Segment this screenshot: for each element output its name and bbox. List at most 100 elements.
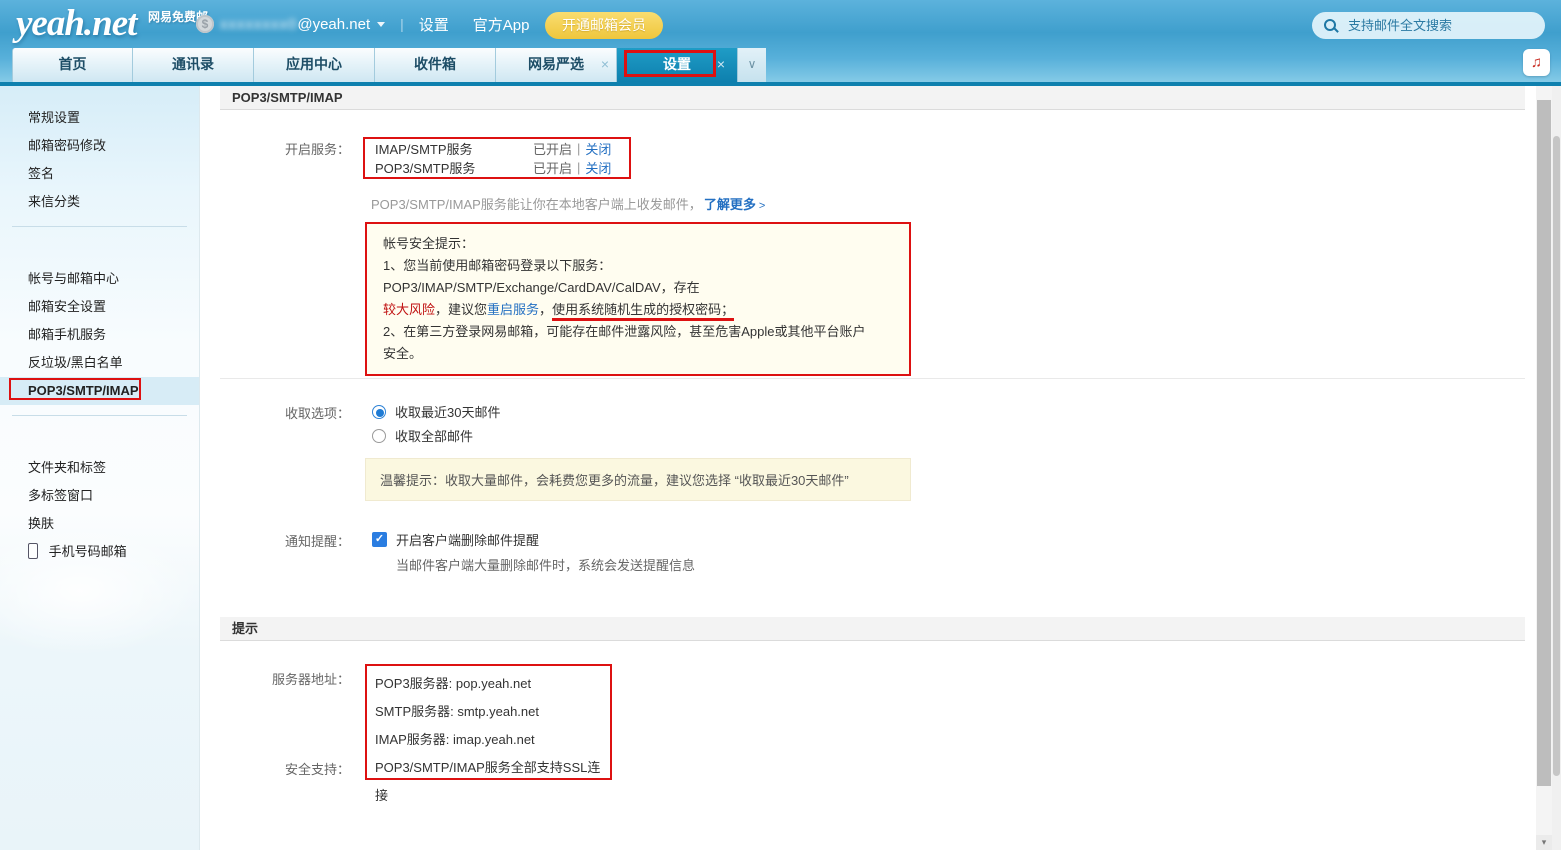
tab-label: 收件箱 xyxy=(414,56,456,72)
imap-server-row: IMAP服务器: imap.yeah.net xyxy=(375,726,610,754)
checkbox-label: 开启客户端删除邮件提醒 xyxy=(396,530,539,549)
receive-option-all[interactable]: 收取全部邮件 xyxy=(372,426,473,445)
search-input[interactable] xyxy=(1348,18,1545,33)
tab-label: 通讯录 xyxy=(172,56,214,72)
scroll-down-button[interactable]: ▾ xyxy=(1536,835,1552,850)
service-row-pop3: POP3/SMTP服务 已开启 | 关闭 xyxy=(375,158,619,177)
music-icon[interactable]: ♫ xyxy=(1523,49,1550,76)
sidebar-item-account-center[interactable]: 帐号与邮箱中心 xyxy=(0,265,199,293)
notice-title: 帐号安全提示： xyxy=(383,233,893,255)
section-divider xyxy=(220,378,1525,379)
tab-inbox[interactable]: 收件箱 xyxy=(375,48,496,82)
window-scrollbar[interactable] xyxy=(1552,86,1561,850)
sidebar-item-mail-classify[interactable]: 来信分类 xyxy=(0,188,199,216)
page-title: POP3/SMTP/IMAP xyxy=(220,86,1525,110)
sidebar-item-antispam[interactable]: 反垃圾/黑白名单 xyxy=(0,349,199,377)
service-description-text: POP3/SMTP/IMAP服务能让你在本地客户端上收发邮件， xyxy=(371,197,702,212)
sidebar-item-general[interactable]: 常规设置 xyxy=(0,104,199,132)
service-row-imap: IMAP/SMTP服务 已开启 | 关闭 xyxy=(375,139,619,158)
account-email-domain[interactable]: @yeah.net xyxy=(297,16,370,33)
notice-text: ，建议您 xyxy=(435,302,487,317)
learn-more-link[interactable]: 了解更多 xyxy=(704,197,756,212)
logo-text: yeah.net xyxy=(16,3,136,44)
radio-unchecked-icon[interactable] xyxy=(372,429,386,443)
settings-sidebar: 常规设置 邮箱密码修改 签名 来信分类 帐号与邮箱中心 邮箱安全设置 邮箱手机服… xyxy=(0,86,200,850)
close-icon[interactable]: × xyxy=(717,48,725,81)
security-notice-box: 帐号安全提示： 1、您当前使用邮箱密码登录以下服务：POP3/IMAP/SMTP… xyxy=(365,222,911,376)
chevron-down-icon[interactable] xyxy=(377,22,385,27)
sidebar-divider xyxy=(12,226,187,254)
search-icon xyxy=(1324,18,1340,34)
sidebar-item-skin[interactable]: 换肤 xyxy=(0,510,199,538)
underlined-auth-text: 使用系统随机生成的授权密码； xyxy=(552,302,734,321)
sidebar-item-password[interactable]: 邮箱密码修改 xyxy=(0,132,199,160)
sidebar-item-signature[interactable]: 签名 xyxy=(0,160,199,188)
receive-option-recent[interactable]: 收取最近30天邮件 xyxy=(372,402,500,421)
service-status: 已开启 xyxy=(533,139,572,158)
restart-service-link[interactable]: 重启服务 xyxy=(487,302,539,317)
annotation-box xyxy=(9,378,141,400)
account-bar: $ xxxxxxxx0 @yeah.net | 设置 官方App xyxy=(196,13,553,35)
tab-list-dropdown[interactable]: ∨ xyxy=(737,48,766,82)
notify-checkbox-row[interactable]: ✓ 开启客户端删除邮件提醒 xyxy=(372,530,539,549)
sidebar-item-phone-mail[interactable]: 手机号码邮箱 xyxy=(0,538,199,566)
logo[interactable]: yeah.net 网易免费邮 xyxy=(16,2,136,45)
official-app-link[interactable]: 官方App xyxy=(473,14,530,35)
radio-checked-icon[interactable] xyxy=(372,405,386,419)
radio-label: 收取最近30天邮件 xyxy=(395,402,500,421)
ssl-support-label: 安全支持： xyxy=(220,759,350,778)
notice-line-4: 安全。 xyxy=(383,343,893,365)
service-name: POP3/SMTP服务 xyxy=(375,158,533,177)
service-status: 已开启 xyxy=(533,158,572,177)
header-settings-link[interactable]: 设置 xyxy=(419,14,449,35)
tab-bar: 首页 通讯录 应用中心 收件箱 网易严选 × 设置 × ∨ xyxy=(12,48,766,82)
sidebar-item-folders-tags[interactable]: 文件夹和标签 xyxy=(0,454,199,482)
sidebar-divider xyxy=(12,415,187,443)
scrollbar-thumb[interactable] xyxy=(1537,100,1551,786)
smtp-server-row: SMTP服务器: smtp.yeah.net xyxy=(375,698,610,726)
scrollbar-thumb[interactable] xyxy=(1553,136,1560,776)
tab-yanxuan[interactable]: 网易严选 × xyxy=(496,48,617,82)
tab-home[interactable]: 首页 xyxy=(12,48,133,82)
close-service-link[interactable]: 关闭 xyxy=(585,139,611,158)
notice-line-1: 1、您当前使用邮箱密码登录以下服务：POP3/IMAP/SMTP/Exchang… xyxy=(383,255,893,299)
sidebar-item-label: 手机号码邮箱 xyxy=(49,544,127,559)
tab-settings[interactable]: 设置 × xyxy=(617,48,737,82)
notify-subtext: 当邮件客户端大量删除邮件时，系统会发送提醒信息 xyxy=(396,555,695,574)
tips-section-title: 提示 xyxy=(220,617,1525,641)
header-divider: | xyxy=(400,16,404,32)
content-scrollbar[interactable]: ▾ xyxy=(1536,86,1552,850)
tab-label: 首页 xyxy=(59,56,87,72)
tab-label: 网易严选 xyxy=(528,56,584,72)
open-vip-button[interactable]: 开通邮箱会员 xyxy=(545,12,663,39)
notify-label: 通知提醒： xyxy=(220,531,350,550)
sidebar-item-pop3-smtp-imap[interactable]: POP3/SMTP/IMAP xyxy=(0,377,199,405)
account-email-masked: xxxxxxxx0 xyxy=(220,16,297,33)
tab-contacts[interactable]: 通讯录 xyxy=(133,48,254,82)
receive-label: 收取选项： xyxy=(220,403,350,422)
sidebar-item-multitab[interactable]: 多标签窗口 xyxy=(0,482,199,510)
divider: | xyxy=(577,141,580,156)
close-service-link[interactable]: 关闭 xyxy=(585,158,611,177)
receive-tip-box: 温馨提示：收取大量邮件，会耗费您更多的流量，建议您选择 “收取最近30天邮件” xyxy=(365,458,911,501)
pop3-server-row: POP3服务器: pop.yeah.net xyxy=(375,670,610,698)
service-description: POP3/SMTP/IMAP服务能让你在本地客户端上收发邮件，了解更多> xyxy=(371,194,765,213)
divider: | xyxy=(577,160,580,175)
close-icon[interactable]: × xyxy=(601,48,609,81)
radio-label: 收取全部邮件 xyxy=(395,426,473,445)
sidebar-item-mobile-service[interactable]: 邮箱手机服务 xyxy=(0,321,199,349)
tab-app-center[interactable]: 应用中心 xyxy=(254,48,375,82)
checkbox-checked-icon[interactable]: ✓ xyxy=(372,532,387,547)
ssl-support-row: POP3/SMTP/IMAP服务全部支持SSL连接 xyxy=(375,754,610,782)
sidebar-item-security[interactable]: 邮箱安全设置 xyxy=(0,293,199,321)
service-status-box: IMAP/SMTP服务 已开启 | 关闭 POP3/SMTP服务 已开启 | 关… xyxy=(363,137,631,179)
server-address-label: 服务器地址： xyxy=(220,669,350,688)
member-badge-icon: $ xyxy=(196,15,214,33)
arrow-right-icon: > xyxy=(759,200,765,212)
annotation-box xyxy=(624,50,716,77)
notice-line-2: 较大风险，建议您重启服务，使用系统随机生成的授权密码； xyxy=(383,299,893,321)
sidebar-menu: 常规设置 邮箱密码修改 签名 来信分类 帐号与邮箱中心 邮箱安全设置 邮箱手机服… xyxy=(0,86,199,566)
tab-label: 应用中心 xyxy=(286,56,342,72)
server-address-box: POP3服务器: pop.yeah.net SMTP服务器: smtp.yeah… xyxy=(365,664,612,780)
search-box[interactable] xyxy=(1312,12,1545,39)
